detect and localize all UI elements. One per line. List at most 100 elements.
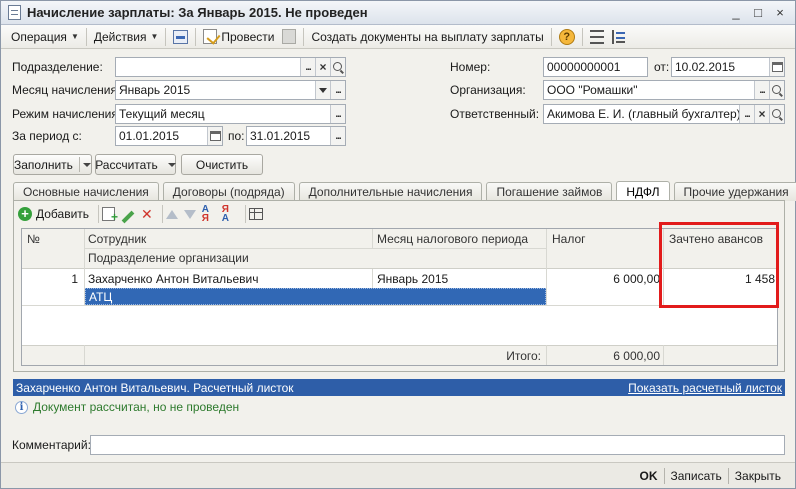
- tab-other-deductions[interactable]: Прочие удержания: [673, 182, 796, 201]
- select-button[interactable]: ...: [300, 58, 315, 76]
- add-label: Добавить: [36, 207, 90, 221]
- toolbar-divider: [161, 205, 163, 223]
- number-field[interactable]: 00000000001: [543, 57, 648, 77]
- post-and-close-button[interactable]: [169, 27, 192, 47]
- journal-button[interactable]: [586, 27, 608, 47]
- organization-field[interactable]: ООО "Ромашки" ...: [543, 80, 785, 100]
- row-employee[interactable]: Захарченко Антон Витальевич: [88, 272, 258, 286]
- calculate-button[interactable]: Рассчитать: [95, 154, 176, 175]
- highlight-annotation: [659, 222, 779, 308]
- delete-row-button[interactable]: ✕: [141, 206, 153, 223]
- toolbar-divider: [85, 27, 87, 46]
- clear-button[interactable]: Очистить: [181, 154, 263, 175]
- table-settings-button[interactable]: [248, 208, 263, 220]
- delete-icon: ✕: [141, 205, 153, 222]
- division-label: Подразделение:: [12, 60, 103, 74]
- month-field[interactable]: Январь 2015 ...: [115, 80, 346, 100]
- clear-button[interactable]: ×: [315, 58, 330, 76]
- conduct-button[interactable]: Провести: [199, 27, 278, 47]
- grid-icon: [248, 208, 263, 220]
- header-tax-month[interactable]: Месяц налогового периода: [377, 232, 528, 246]
- tab-ndfl[interactable]: НДФЛ: [616, 181, 670, 201]
- toolbar-divider: [244, 205, 246, 223]
- close-dialog-button[interactable]: Закрыть: [729, 469, 787, 483]
- show-payslip-link[interactable]: Показать расчетный листок: [628, 381, 782, 395]
- copy-row-button[interactable]: [102, 207, 118, 224]
- month-value: Январь 2015: [119, 83, 191, 97]
- selected-division-cell[interactable]: АТЦ: [85, 288, 546, 305]
- chevron-down-icon: [319, 87, 327, 93]
- move-up-button[interactable]: [165, 209, 178, 219]
- table-toolbar: + Добавить ✕ АЯ ЯА: [18, 204, 269, 224]
- mode-select-button[interactable]: ...: [330, 105, 345, 123]
- move-down-button[interactable]: [183, 209, 196, 219]
- create-payment-docs-button[interactable]: Создать документы на выплату зарплаты: [307, 27, 547, 47]
- unconduct-button[interactable]: [278, 27, 300, 47]
- actions-label: Действия: [93, 29, 147, 44]
- help-button[interactable]: ?: [555, 27, 579, 47]
- month-label: Месяц начисления:: [12, 83, 121, 97]
- fill-label: Заполнить: [14, 157, 73, 172]
- column-divider: [84, 269, 85, 305]
- open-button[interactable]: [330, 58, 345, 76]
- tab-main-accruals[interactable]: Основные начисления: [13, 182, 159, 201]
- calendar-button[interactable]: [207, 127, 222, 145]
- header-num[interactable]: №: [27, 232, 40, 246]
- resp-open-button[interactable]: [769, 105, 784, 123]
- search-icon: [332, 61, 342, 71]
- month-select-button[interactable]: ...: [330, 81, 345, 99]
- actions-menu[interactable]: Действия ▼: [90, 27, 163, 47]
- fill-button[interactable]: Заполнить: [13, 154, 92, 175]
- responsible-label: Ответственный:: [450, 107, 540, 121]
- comment-field[interactable]: [90, 435, 785, 455]
- month-dropdown-button[interactable]: [315, 81, 330, 99]
- copy-icon: [102, 207, 118, 224]
- toolbar-divider: [303, 27, 305, 46]
- payslip-title: Захарченко Антон Витальевич. Расчетный л…: [16, 380, 294, 395]
- structure-button[interactable]: [608, 27, 630, 47]
- period-to-label: по:: [228, 129, 245, 143]
- row-tax-month[interactable]: Январь 2015: [377, 272, 448, 286]
- tab-additional-accruals[interactable]: Дополнительные начисления: [298, 182, 483, 201]
- main-toolbar: Операция ▼ Действия ▼ Провести Создать д…: [1, 25, 795, 49]
- tab-contracts[interactable]: Договоры (подряда): [162, 182, 295, 201]
- date-field[interactable]: 10.02.2015: [671, 57, 785, 77]
- edit-row-button[interactable]: [121, 209, 135, 224]
- calculate-label: Рассчитать: [95, 157, 158, 172]
- minimize-button[interactable]: _: [727, 4, 745, 21]
- sort-asc-button[interactable]: АЯ: [201, 204, 216, 224]
- period-from-field[interactable]: 01.01.2015: [115, 126, 223, 146]
- maximize-button[interactable]: □: [749, 4, 767, 21]
- header-tax[interactable]: Налог: [552, 232, 586, 246]
- operation-label: Операция: [11, 29, 67, 44]
- close-button[interactable]: ×: [771, 4, 789, 21]
- date-label: от:: [654, 60, 670, 74]
- save-button[interactable]: Записать: [665, 469, 728, 483]
- toolbar-divider: [550, 27, 552, 46]
- period-select-button[interactable]: ...: [330, 127, 345, 145]
- header-division[interactable]: Подразделение организации: [88, 251, 249, 265]
- period-from-value: 01.01.2015: [119, 129, 180, 143]
- resp-select-button[interactable]: ...: [739, 105, 754, 123]
- sort-desc-button[interactable]: ЯА: [222, 205, 236, 224]
- sort-ascending-icon: АЯ: [201, 204, 210, 224]
- operation-menu[interactable]: Операция ▼: [7, 27, 83, 47]
- period-to-field[interactable]: 31.01.2015 ...: [246, 126, 346, 146]
- search-icon: [771, 84, 781, 94]
- add-row-button[interactable]: + Добавить: [18, 207, 89, 221]
- comment-label: Комментарий:: [12, 438, 91, 452]
- division-field[interactable]: ... ×: [115, 57, 346, 77]
- responsible-field[interactable]: Акимова Е. И. (главный бухгалтер) ... ×: [543, 104, 785, 124]
- org-open-button[interactable]: [769, 81, 784, 99]
- tab-bar: Основные начисления Договоры (подряда) Д…: [13, 181, 796, 201]
- mode-field[interactable]: Текущий месяц ...: [115, 104, 346, 124]
- org-select-button[interactable]: ...: [754, 81, 769, 99]
- header-employee[interactable]: Сотрудник: [88, 232, 146, 246]
- pencil-icon: [121, 210, 135, 224]
- date-calendar-button[interactable]: [769, 58, 784, 76]
- date-value: 10.02.2015: [675, 60, 736, 74]
- ok-button[interactable]: OK: [634, 469, 664, 483]
- tab-loan-repayment[interactable]: Погашение займов: [486, 182, 613, 201]
- resp-clear-button[interactable]: ×: [754, 105, 769, 123]
- row-tax[interactable]: 6 000,00: [546, 272, 660, 286]
